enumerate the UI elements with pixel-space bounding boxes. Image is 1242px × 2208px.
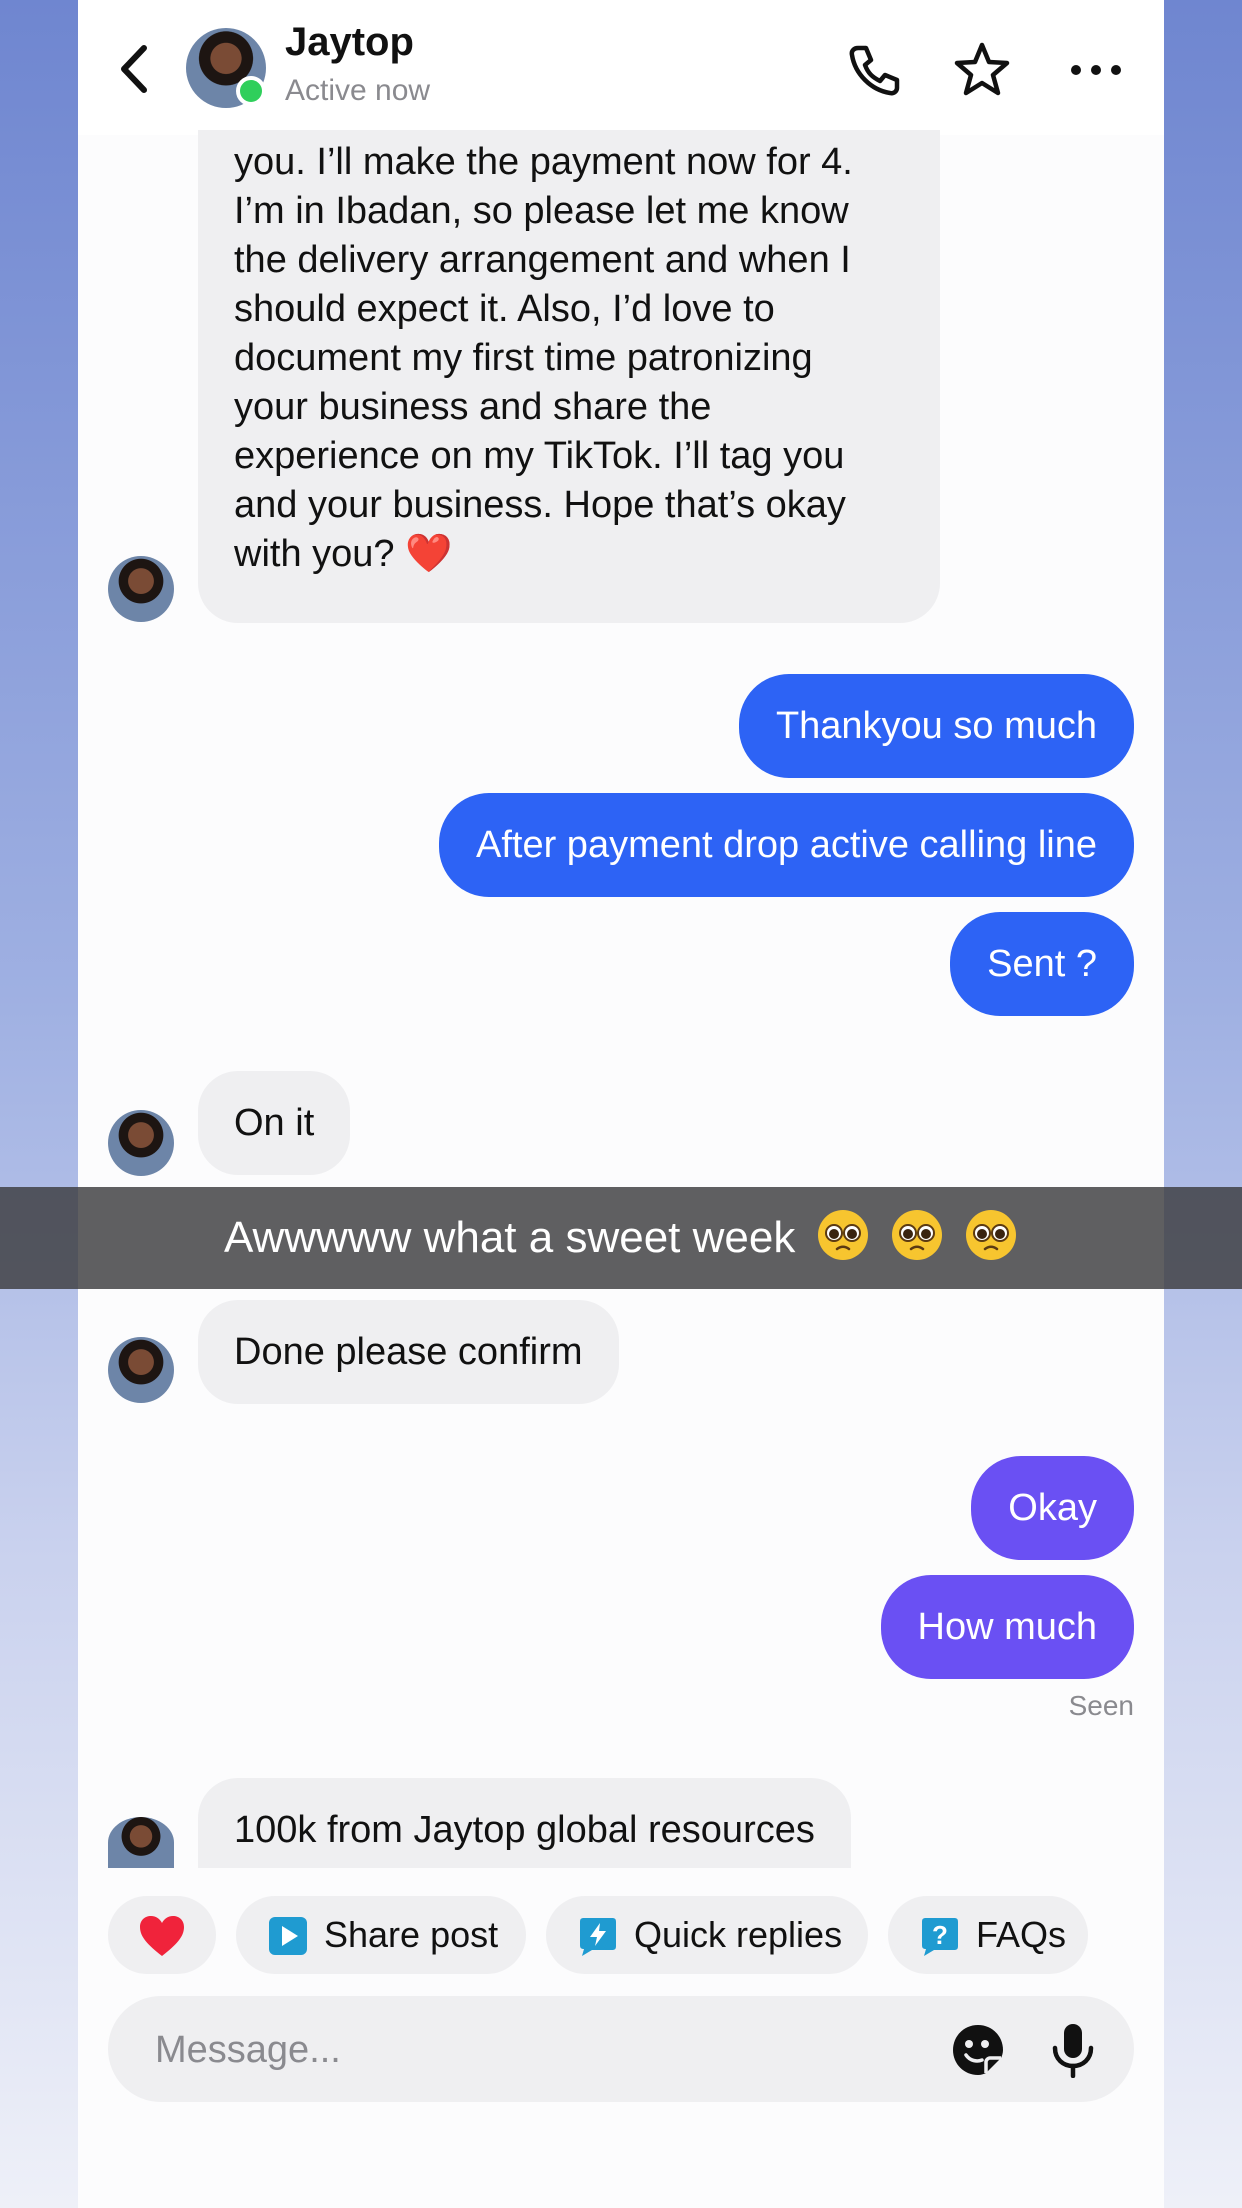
faqs-icon: ? <box>922 1918 958 1956</box>
caption-text: Awwwww what a sweet week <box>223 1213 796 1262</box>
pleading-face-icon <box>817 1210 868 1260</box>
share-post-button[interactable]: Share post <box>236 1896 526 1974</box>
share-post-icon <box>269 1917 307 1955</box>
incoming-message[interactable]: you. I’ll make the payment now for 4. I’… <box>198 130 940 623</box>
online-status-dot <box>236 76 266 106</box>
sender-avatar[interactable] <box>108 1817 174 1868</box>
quick-replies-label: Quick replies <box>634 1914 843 1955</box>
caption-row: Awwwww what a sweet week <box>0 1187 1242 1289</box>
pleading-face-icon <box>891 1210 942 1260</box>
quick-replies-button[interactable]: Quick replies <box>546 1896 868 1974</box>
sender-avatar[interactable] <box>108 1110 174 1176</box>
more-dots-icon[interactable] <box>1066 40 1126 100</box>
contact-status: Active now <box>285 74 431 107</box>
message-text: you. I’ll make the payment now for 4. I’… <box>234 141 853 575</box>
incoming-message[interactable]: On it <box>198 1071 351 1175</box>
outgoing-message[interactable]: Thankyou so much <box>738 674 1134 778</box>
microphone-icon[interactable] <box>1045 2022 1101 2078</box>
svg-text:?: ? <box>932 1920 948 1950</box>
outgoing-message[interactable]: Sent ? <box>950 912 1134 1016</box>
chat-screen: Jaytop Active now you. I’ll make the pay… <box>78 0 1164 2208</box>
faqs-label: FAQs <box>976 1914 1067 1955</box>
message-composer <box>108 1996 1134 2104</box>
sender-avatar[interactable] <box>108 556 174 622</box>
outgoing-message[interactable]: Okay <box>971 1456 1134 1560</box>
story-caption-overlay: Awwwww what a sweet week <box>0 1187 1242 1289</box>
contact-name[interactable]: Jaytop <box>285 20 414 65</box>
pleading-face-icon <box>966 1210 1017 1260</box>
share-post-label: Share post <box>324 1914 499 1955</box>
message-input[interactable] <box>153 1996 917 2104</box>
outgoing-message[interactable]: How much <box>880 1575 1134 1679</box>
back-chevron-icon[interactable] <box>114 40 158 98</box>
quick-replies-icon <box>580 1918 616 1956</box>
chat-header: Jaytop Active now <box>78 0 1164 135</box>
phone-icon[interactable] <box>844 40 904 100</box>
incoming-message[interactable]: 100k from Jaytop global resources <box>198 1778 851 1868</box>
heart-icon <box>140 1916 184 1956</box>
incoming-message[interactable]: Done please confirm <box>198 1300 619 1404</box>
star-icon[interactable] <box>952 40 1012 100</box>
heart-reaction-button[interactable] <box>108 1896 216 1974</box>
sticker-icon[interactable] <box>950 2022 1006 2078</box>
outgoing-message[interactable]: After payment drop active calling line <box>439 793 1134 897</box>
faqs-button[interactable]: ? FAQs <box>888 1896 1088 1974</box>
sender-avatar[interactable] <box>108 1337 174 1403</box>
quick-actions-bar: Share post Quick replies ? FAQs <box>78 1896 1164 1976</box>
seen-receipt: Seen <box>1068 1690 1134 1721</box>
